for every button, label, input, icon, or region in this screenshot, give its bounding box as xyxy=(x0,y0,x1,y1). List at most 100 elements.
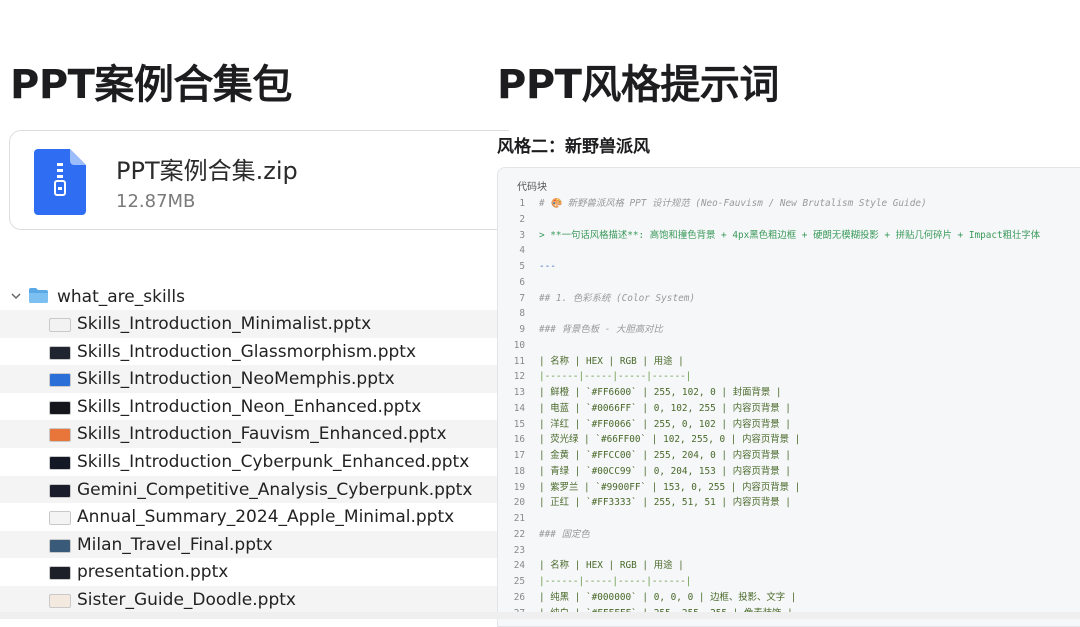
file-row[interactable]: Sister_Guide_Doodle.pptx xyxy=(0,585,510,614)
code-line: 1 # 🎨 新野兽派风格 PPT 设计规范 (Neo-Fauvism / New … xyxy=(498,196,1080,212)
file-row[interactable]: Annual_Summary_2024_Apple_Minimal.pptx xyxy=(0,503,510,531)
file-row[interactable]: Skills_Introduction_Neon_Enhanced.pptx xyxy=(0,393,510,421)
file-row[interactable]: presentation.pptx xyxy=(0,558,510,586)
line-text: # 🎨 新野兽派风格 PPT 设计规范 (Neo-Fauvism / New B… xyxy=(539,198,927,209)
bottom-divider xyxy=(0,612,1080,619)
file-name: Skills_Introduction_Cyberpunk_Enhanced.p… xyxy=(77,451,470,472)
line-number: 18 xyxy=(513,465,525,477)
file-row[interactable]: Skills_Introduction_NeoMemphis.pptx xyxy=(0,365,510,393)
pptx-thumbnail-icon xyxy=(49,345,71,360)
code-line: 5 --- xyxy=(498,259,1080,275)
pptx-thumbnail-icon xyxy=(49,373,71,388)
pptx-thumbnail-icon xyxy=(49,483,71,498)
line-text: | 名称 | HEX | RGB | 用途 | xyxy=(539,560,684,572)
file-name: Skills_Introduction_Neon_Enhanced.pptx xyxy=(77,396,422,417)
line-number: 6 xyxy=(519,276,525,288)
code-line: 19 | 紫罗兰 | `#9900FF` | 153, 0, 255 | 内容页背… xyxy=(498,480,1080,496)
file-name: Skills_Introduction_Minimalist.pptx xyxy=(77,314,372,334)
code-line: 18 | 青绿 | `#00CC99` | 0, 204, 153 | 内容页背景… xyxy=(498,464,1080,480)
code-block-label: 代码块 xyxy=(517,182,547,193)
line-text: | 金黄 | `#FFCC00` | 255, 204, 0 | 内容页背景 | xyxy=(539,450,791,461)
line-number: 22 xyxy=(513,528,525,540)
line-text: | 鲜橙 | `#FF6600` | 255, 102, 0 | 封面背景 | xyxy=(539,387,782,398)
line-number: 16 xyxy=(513,434,525,446)
line-text: ### 背景色板 - 大胆高对比 xyxy=(539,324,663,335)
line-text: |------|-----|-----|------| xyxy=(539,576,692,587)
file-row[interactable]: Skills_Introduction_Glassmorphism.pptx xyxy=(0,338,510,366)
line-text: |------|-----|-----|------| xyxy=(539,371,692,383)
file-tree: what_are_skills Skills_Introduction_Mini… xyxy=(0,283,510,614)
file-row[interactable]: Skills_Introduction_Minimalist.pptx xyxy=(0,310,510,338)
line-number: 17 xyxy=(513,450,525,461)
code-line: 12 |------|-----|-----|------| xyxy=(498,369,1080,385)
file-list: Skills_Introduction_Minimalist.pptx Skill… xyxy=(0,310,510,614)
file-name: presentation.pptx xyxy=(77,562,229,583)
folder-name: what_are_skills xyxy=(57,287,185,307)
line-number: 9 xyxy=(519,324,525,335)
line-number: 4 xyxy=(519,245,525,257)
line-text: | 荧光绿 | `#66FF00` | 102, 255, 0 | 内容页背景 … xyxy=(539,434,801,446)
code-line: 4 xyxy=(498,243,1080,259)
code-line: 13 | 鲜橙 | `#FF6600` | 255, 102, 0 | 封面背景 … xyxy=(498,385,1080,401)
line-text: | 纯黑 | `#000000` | 0, 0, 0 | 边框、投影、文字 | xyxy=(539,591,797,603)
code-line: 7 ## 1. 色彩系统 (Color System) xyxy=(498,291,1080,307)
file-name: Skills_Introduction_NeoMemphis.pptx xyxy=(77,369,395,390)
file-name: Skills_Introduction_Fauvism_Enhanced.ppt… xyxy=(77,424,447,445)
line-number: 21 xyxy=(513,513,525,524)
line-text: ## 1. 色彩系统 (Color System) xyxy=(539,292,696,304)
line-text: ### 固定色 xyxy=(539,528,590,540)
pptx-thumbnail-icon xyxy=(49,318,71,332)
line-number: 2 xyxy=(519,213,525,225)
line-text: | 青绿 | `#00CC99` | 0, 204, 153 | 内容页背景 | xyxy=(539,465,791,477)
line-text: > **一句话风格描述**: 高饱和撞色背景 + 4px黑色粗边框 + 硬朗无模… xyxy=(539,229,1041,241)
attachment-card[interactable]: PPT案例合集.zip 12.87MB xyxy=(9,130,509,230)
pptx-thumbnail-icon xyxy=(49,538,71,553)
code-line: 3 > **一句话风格描述**: 高饱和撞色背景 + 4px黑色粗边框 + 硬朗无… xyxy=(498,228,1080,244)
line-number: 24 xyxy=(513,560,525,572)
code-line: 9 ### 背景色板 - 大胆高对比 xyxy=(498,322,1080,338)
line-number: 12 xyxy=(513,371,525,383)
line-number: 15 xyxy=(513,418,525,430)
file-name: Skills_Introduction_Glassmorphism.pptx xyxy=(77,341,417,362)
attachment-size: 12.87MB xyxy=(116,191,196,212)
code-line: 17 | 金黄 | `#FFCC00` | 255, 204, 0 | 内容页背景… xyxy=(498,448,1080,464)
file-name: Gemini_Competitive_Analysis_Cyberpunk.pp… xyxy=(77,479,473,500)
code-line: 15 | 洋红 | `#FF0066` | 255, 0, 102 | 内容页背景… xyxy=(498,417,1080,433)
file-row[interactable]: Skills_Introduction_Fauvism_Enhanced.ppt… xyxy=(0,420,510,448)
chevron-down-icon[interactable] xyxy=(10,290,22,302)
file-name: Annual_Summary_2024_Apple_Minimal.pptx xyxy=(77,507,455,528)
file-row[interactable]: Gemini_Competitive_Analysis_Cyberpunk.pp… xyxy=(0,475,510,504)
line-text: --- xyxy=(539,261,556,272)
left-page-title: PPT案例合集包 xyxy=(10,62,292,108)
file-row[interactable]: Skills_Introduction_Cyberpunk_Enhanced.p… xyxy=(0,448,510,476)
code-line: 2 xyxy=(498,212,1080,228)
line-number: 10 xyxy=(513,339,525,351)
line-text: | 正红 | `#FF3333` | 255, 51, 51 | 内容页背景 | xyxy=(539,497,791,509)
code-line: 16 | 荧光绿 | `#66FF00` | 102, 255, 0 | 内容页背… xyxy=(498,432,1080,448)
code-line: 25 |------|-----|-----|------| xyxy=(498,574,1080,590)
line-text: | 紫罗兰 | `#9900FF` | 153, 0, 255 | 内容页背景 … xyxy=(539,481,801,493)
attachment-name: PPT案例合集.zip xyxy=(116,157,298,185)
line-number: 11 xyxy=(513,355,525,367)
code-line: 20 | 正红 | `#FF3333` | 255, 51, 51 | 内容页背景… xyxy=(498,495,1080,511)
folder-row[interactable]: what_are_skills xyxy=(0,283,510,310)
file-name: Milan_Travel_Final.pptx xyxy=(77,534,273,555)
zip-file-icon xyxy=(34,149,86,215)
pptx-thumbnail-icon xyxy=(49,593,71,608)
line-number: 7 xyxy=(519,292,525,304)
line-number: 14 xyxy=(513,402,525,414)
code-line: 8 xyxy=(498,306,1080,322)
code-block[interactable]: 代码块 1 # 🎨 新野兽派风格 PPT 设计规范 (Neo-Fauvism / … xyxy=(497,167,1080,627)
right-page-title: PPT风格提示词 xyxy=(497,62,779,108)
section-heading: 风格二：新野兽派风 xyxy=(497,137,650,157)
line-text: | 洋红 | `#FF0066` | 255, 0, 102 | 内容页背景 | xyxy=(539,418,791,430)
code-line: 22 ### 固定色 xyxy=(498,527,1080,543)
code-line: 10 xyxy=(498,338,1080,354)
folder-icon xyxy=(29,288,48,303)
code-line: 6 xyxy=(498,275,1080,291)
line-number: 13 xyxy=(513,387,525,398)
pptx-thumbnail-icon xyxy=(49,428,71,443)
file-row[interactable]: Milan_Travel_Final.pptx xyxy=(0,530,510,559)
line-number: 3 xyxy=(519,229,525,241)
pptx-thumbnail-icon xyxy=(49,566,71,581)
